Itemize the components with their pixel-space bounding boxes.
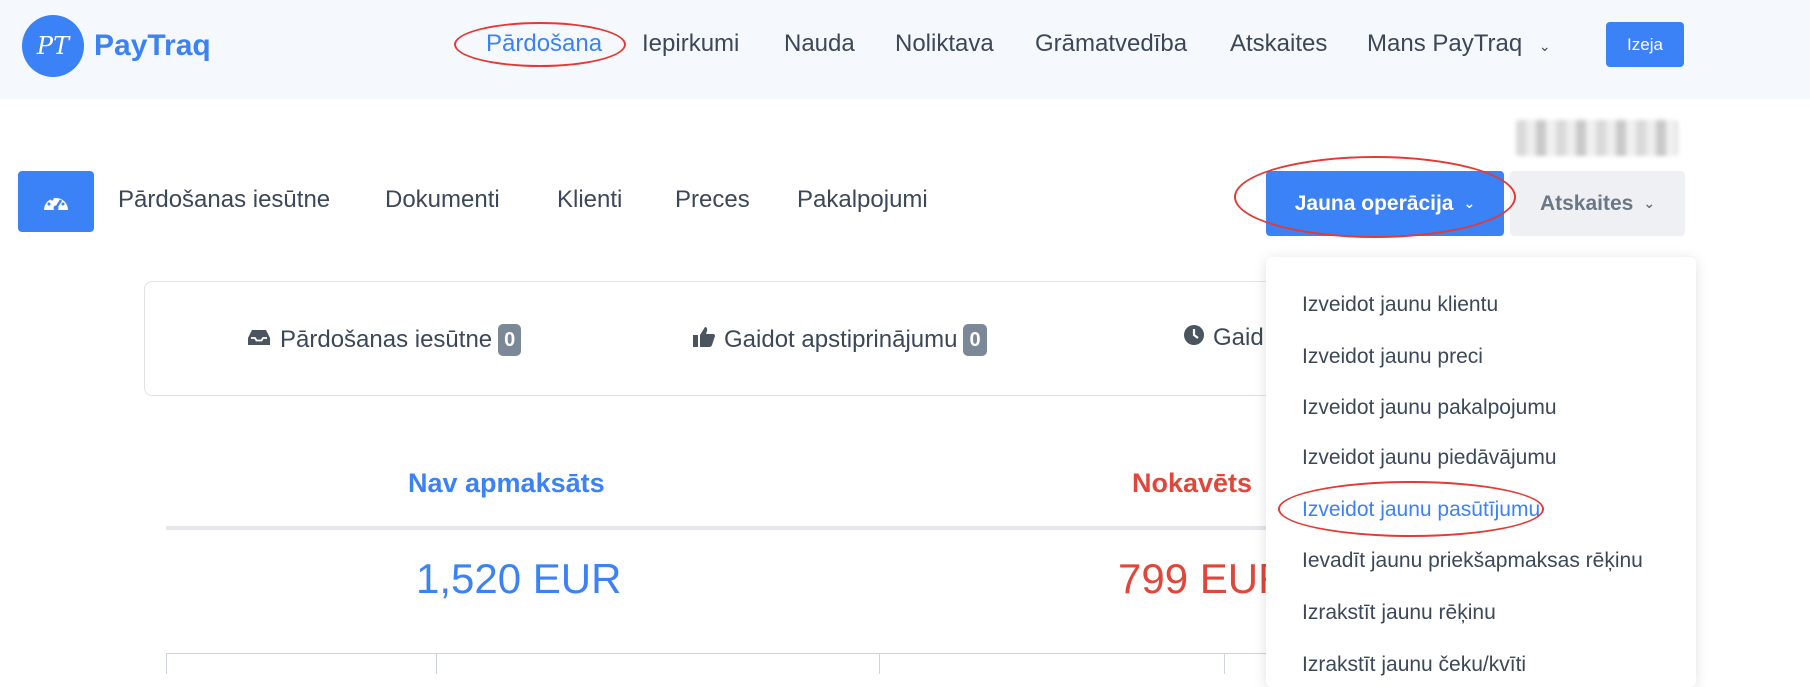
blurred-user-info [1516, 120, 1678, 156]
thumbs-up-icon [692, 326, 716, 354]
topnav-my-paytraq[interactable]: Mans PayTraq ⌄ [1367, 30, 1551, 58]
menu-item-issue-receipt[interactable]: Izrakstīt jaunu čeku/kvīti [1302, 653, 1526, 677]
subnav-services[interactable]: Pakalpojumi [797, 186, 928, 214]
menu-item-issue-invoice[interactable]: Izrakstīt jaunu rēķinu [1302, 601, 1496, 625]
topnav-purchases[interactable]: Iepirkumi [642, 30, 739, 58]
paytraq-logo[interactable]: PT PayTraq [22, 15, 211, 77]
logo-monogram: PT [22, 15, 84, 77]
status-awaiting-approval[interactable]: Gaidot apstiprinājumu 0 [692, 324, 987, 356]
menu-item-create-client[interactable]: Izveidot jaunu klientu [1302, 293, 1498, 317]
subnav-documents[interactable]: Dokumenti [385, 186, 500, 214]
reports-label: Atskaites [1539, 191, 1634, 215]
topnav-warehouse[interactable]: Noliktava [895, 30, 994, 58]
status-awaiting-approval-label: Gaidot apstiprinājumu [724, 326, 958, 353]
summary-table [166, 653, 1286, 674]
topnav-my-paytraq-label: Mans PayTraq [1367, 30, 1523, 57]
status-awaiting-approval-count: 0 [963, 324, 987, 356]
menu-item-create-order[interactable]: Izveidot jaunu pasūtījumu [1302, 498, 1540, 522]
menu-item-create-service[interactable]: Izveidot jaunu pakalpojumu [1302, 396, 1557, 420]
subnav-clients[interactable]: Klienti [557, 186, 622, 214]
logo-text: PayTraq [94, 29, 211, 62]
chevron-down-icon: ⌄ [1463, 195, 1476, 211]
chevron-down-icon: ⌄ [1643, 195, 1656, 211]
exit-button[interactable]: Izeja [1606, 22, 1684, 67]
topnav-accounting[interactable]: Grāmatvedība [1035, 30, 1187, 58]
subnav-goods[interactable]: Preces [675, 186, 750, 214]
status-waiting[interactable]: Gaid [1183, 324, 1264, 352]
overdue-title: Nokavēts [1132, 468, 1253, 498]
subnav-sales-inbox[interactable]: Pārdošanas iesūtne [118, 186, 330, 214]
dashboard-gauge-icon [44, 197, 68, 210]
menu-item-create-product[interactable]: Izveidot jaunu preci [1302, 345, 1483, 369]
clock-icon [1183, 324, 1205, 352]
unpaid-title: Nav apmaksāts [408, 468, 605, 498]
new-operation-dropdown-menu: Izveidot jaunu klientu Izveidot jaunu pr… [1266, 257, 1696, 687]
new-operation-label: Jauna operācija [1294, 191, 1454, 215]
menu-item-prepayment-invoice[interactable]: Ievadīt jaunu priekšapmaksas rēķinu [1302, 549, 1643, 573]
topnav-reports[interactable]: Atskaites [1230, 30, 1327, 58]
summary-divider [166, 526, 1286, 530]
unpaid-amount: 1,520 EUR [416, 555, 622, 602]
topnav-sales[interactable]: Pārdošana [486, 30, 602, 58]
chevron-down-icon: ⌄ [1538, 38, 1551, 54]
inbox-icon [246, 327, 272, 353]
menu-item-create-quote[interactable]: Izveidot jaunu piedāvājumu [1302, 446, 1557, 470]
topnav-money[interactable]: Nauda [784, 30, 855, 58]
table-column-divider [1224, 653, 1225, 674]
dashboard-button[interactable] [18, 171, 94, 232]
reports-dropdown-button[interactable]: Atskaites ⌄ [1510, 171, 1685, 236]
top-navigation-bar: PT PayTraq Pārdošana Iepirkumi Nauda Nol… [0, 0, 1810, 99]
status-sales-inbox[interactable]: Pārdošanas iesūtne 0 [246, 324, 522, 356]
table-column-divider [879, 653, 880, 674]
status-summary-card: Pārdošanas iesūtne 0 Gaidot apstiprināju… [144, 281, 1284, 396]
overdue-amount: 799 EUR [1118, 555, 1289, 602]
table-column-divider [436, 653, 437, 674]
new-operation-button[interactable]: Jauna operācija ⌄ [1266, 171, 1504, 236]
status-sales-inbox-label: Pārdošanas iesūtne [280, 326, 493, 353]
status-sales-inbox-count: 0 [498, 324, 522, 356]
status-waiting-label: Gaid [1213, 324, 1264, 351]
